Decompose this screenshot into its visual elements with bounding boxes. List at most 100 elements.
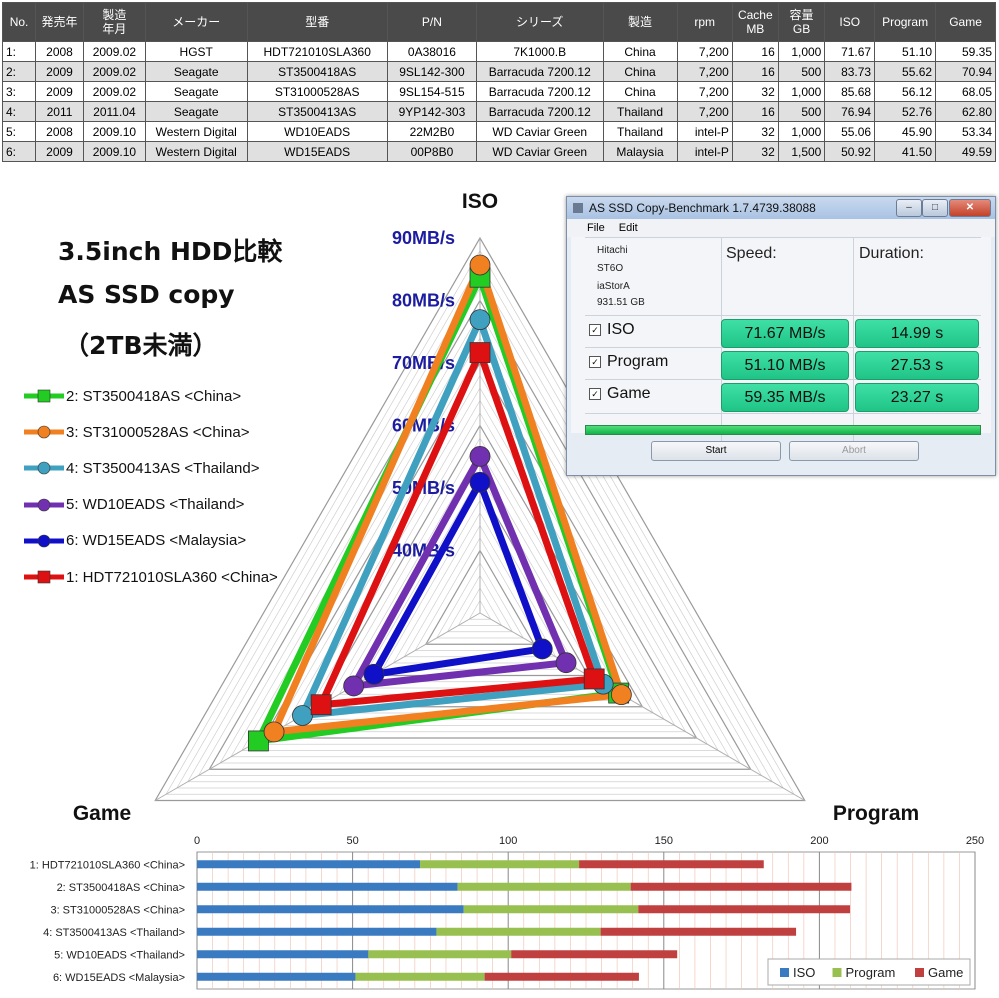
x-tick-label: 250 xyxy=(966,835,984,847)
bar-segment xyxy=(457,882,631,891)
program-row: ✓ Program xyxy=(589,353,668,371)
drive-vendor: Hitachi xyxy=(597,245,628,256)
table-cell: Seagate xyxy=(144,61,248,82)
x-tick-label: 200 xyxy=(810,835,828,847)
table-cell: 53.34 xyxy=(935,121,996,142)
bar-segment xyxy=(600,927,797,936)
game-row-label: Game xyxy=(607,385,651,402)
column-header: 製造 xyxy=(602,2,678,42)
menu-file[interactable]: File xyxy=(587,222,605,234)
table-cell: ST3500418AS xyxy=(246,61,388,82)
table-cell: 55.62 xyxy=(874,61,937,82)
table-cell: 1,000 xyxy=(777,121,826,142)
table-cell: 45.90 xyxy=(874,121,937,142)
table-row: 3: 2009 2009.02 Seagate ST31000528AS 9SL154-5… xyxy=(1,81,996,102)
bar-legend-swatch xyxy=(915,968,924,977)
bar-segment xyxy=(197,927,437,936)
ring-label: 80MB/s xyxy=(392,291,455,311)
table-cell: 32 xyxy=(731,81,779,102)
speed-header: Speed: xyxy=(726,245,777,262)
axis-label: Program xyxy=(833,802,919,825)
x-tick-label: 50 xyxy=(346,835,358,847)
table-cell: 1: xyxy=(1,41,37,62)
ssd-titlebar[interactable]: AS SSD Copy-Benchmark 1.7.4739.38088 – □… xyxy=(567,197,995,219)
bar-legend-label: Game xyxy=(928,965,963,980)
grid-line xyxy=(853,237,854,449)
minimize-button[interactable]: – xyxy=(896,199,922,217)
drive-controller: iaStorA xyxy=(597,281,630,292)
table-cell: 85.68 xyxy=(824,81,876,102)
x-tick-label: 0 xyxy=(194,835,200,847)
table-cell: 7,200 xyxy=(676,61,733,82)
program-row-label: Program xyxy=(607,353,669,370)
table-cell: Western Digital xyxy=(144,141,248,162)
column-header: 製造 年月 xyxy=(82,2,146,42)
bar-segment xyxy=(197,905,464,914)
bar-segment xyxy=(638,905,851,914)
column-header: メーカー xyxy=(144,2,248,42)
table-row: 1: 2008 2009.02 HGST HDT721010SLA360 0A38016 7… xyxy=(1,41,996,62)
ssd-body: Hitachi ST6O iaStorA 931.51 GB Speed: Du… xyxy=(571,237,991,449)
data-point xyxy=(310,694,332,716)
category-label: 6: WD15EADS <Malaysia> xyxy=(53,972,185,984)
program-checkbox[interactable]: ✓ xyxy=(589,356,601,368)
grid-line xyxy=(585,237,981,238)
table-cell: ST31000528AS xyxy=(246,81,388,102)
table-cell: 9SL154-515 xyxy=(386,81,477,102)
grid-line xyxy=(585,315,981,316)
menu-edit[interactable]: Edit xyxy=(619,222,638,234)
column-header: シリーズ xyxy=(475,2,604,42)
table-cell: 0A38016 xyxy=(386,41,477,62)
iso-speed: 71.67 MB/s xyxy=(721,319,849,348)
drive-size: 931.51 GB xyxy=(597,297,645,308)
close-button[interactable]: ✕ xyxy=(949,199,991,217)
iso-row: ✓ ISO xyxy=(589,321,635,339)
category-label: 2: ST3500418AS <China> xyxy=(57,882,185,894)
table-cell: 4: xyxy=(1,101,37,122)
table-cell: 2009.02 xyxy=(82,81,146,102)
bar-legend-swatch xyxy=(780,968,789,977)
game-speed: 59.35 MB/s xyxy=(721,383,849,412)
bar-segment xyxy=(630,882,852,891)
table-cell: WD15EADS xyxy=(246,141,388,162)
table-cell: China xyxy=(602,61,678,82)
table-cell: Barracuda 7200.12 xyxy=(475,101,604,122)
start-button[interactable]: Start xyxy=(651,441,781,461)
table-cell: 83.73 xyxy=(824,61,876,82)
table-cell: 2009.10 xyxy=(82,141,146,162)
table-cell: Western Digital xyxy=(144,121,248,142)
data-point xyxy=(363,663,385,685)
game-row: ✓ Game xyxy=(589,385,651,403)
table-cell: WD10EADS xyxy=(246,121,388,142)
table-cell: 68.05 xyxy=(935,81,996,102)
table-cell: 16 xyxy=(731,41,779,62)
iso-row-label: ISO xyxy=(607,321,635,338)
table-cell: China xyxy=(602,81,678,102)
table-cell: 2008 xyxy=(35,121,84,142)
table-cell: Thailand xyxy=(602,121,678,142)
column-header: rpm xyxy=(676,2,733,42)
maximize-button[interactable]: □ xyxy=(922,199,948,217)
iso-checkbox[interactable]: ✓ xyxy=(589,324,601,336)
column-header: No. xyxy=(1,2,37,42)
table-cell: 6: xyxy=(1,141,37,162)
table-cell: WD Caviar Green xyxy=(475,121,604,142)
game-duration: 23.27 s xyxy=(855,383,979,412)
table-cell: 56.12 xyxy=(874,81,937,102)
data-point xyxy=(292,705,313,726)
table-cell: 70.94 xyxy=(935,61,996,82)
table-cell: 2009 xyxy=(35,81,84,102)
axis-label: Game xyxy=(73,802,131,825)
table-cell: 2009.02 xyxy=(82,41,146,62)
game-checkbox[interactable]: ✓ xyxy=(589,388,601,400)
abort-button[interactable]: Abort xyxy=(789,441,919,461)
table-cell: 7K1000.B xyxy=(475,41,604,62)
column-header: Game xyxy=(935,2,996,42)
table-cell: intel-P xyxy=(676,121,733,142)
grid-line xyxy=(585,413,981,414)
table-cell: ST3500413AS xyxy=(246,101,388,122)
bar-segment xyxy=(197,860,421,869)
data-point xyxy=(263,721,285,743)
table-cell: 2: xyxy=(1,61,37,82)
data-point xyxy=(531,638,553,660)
